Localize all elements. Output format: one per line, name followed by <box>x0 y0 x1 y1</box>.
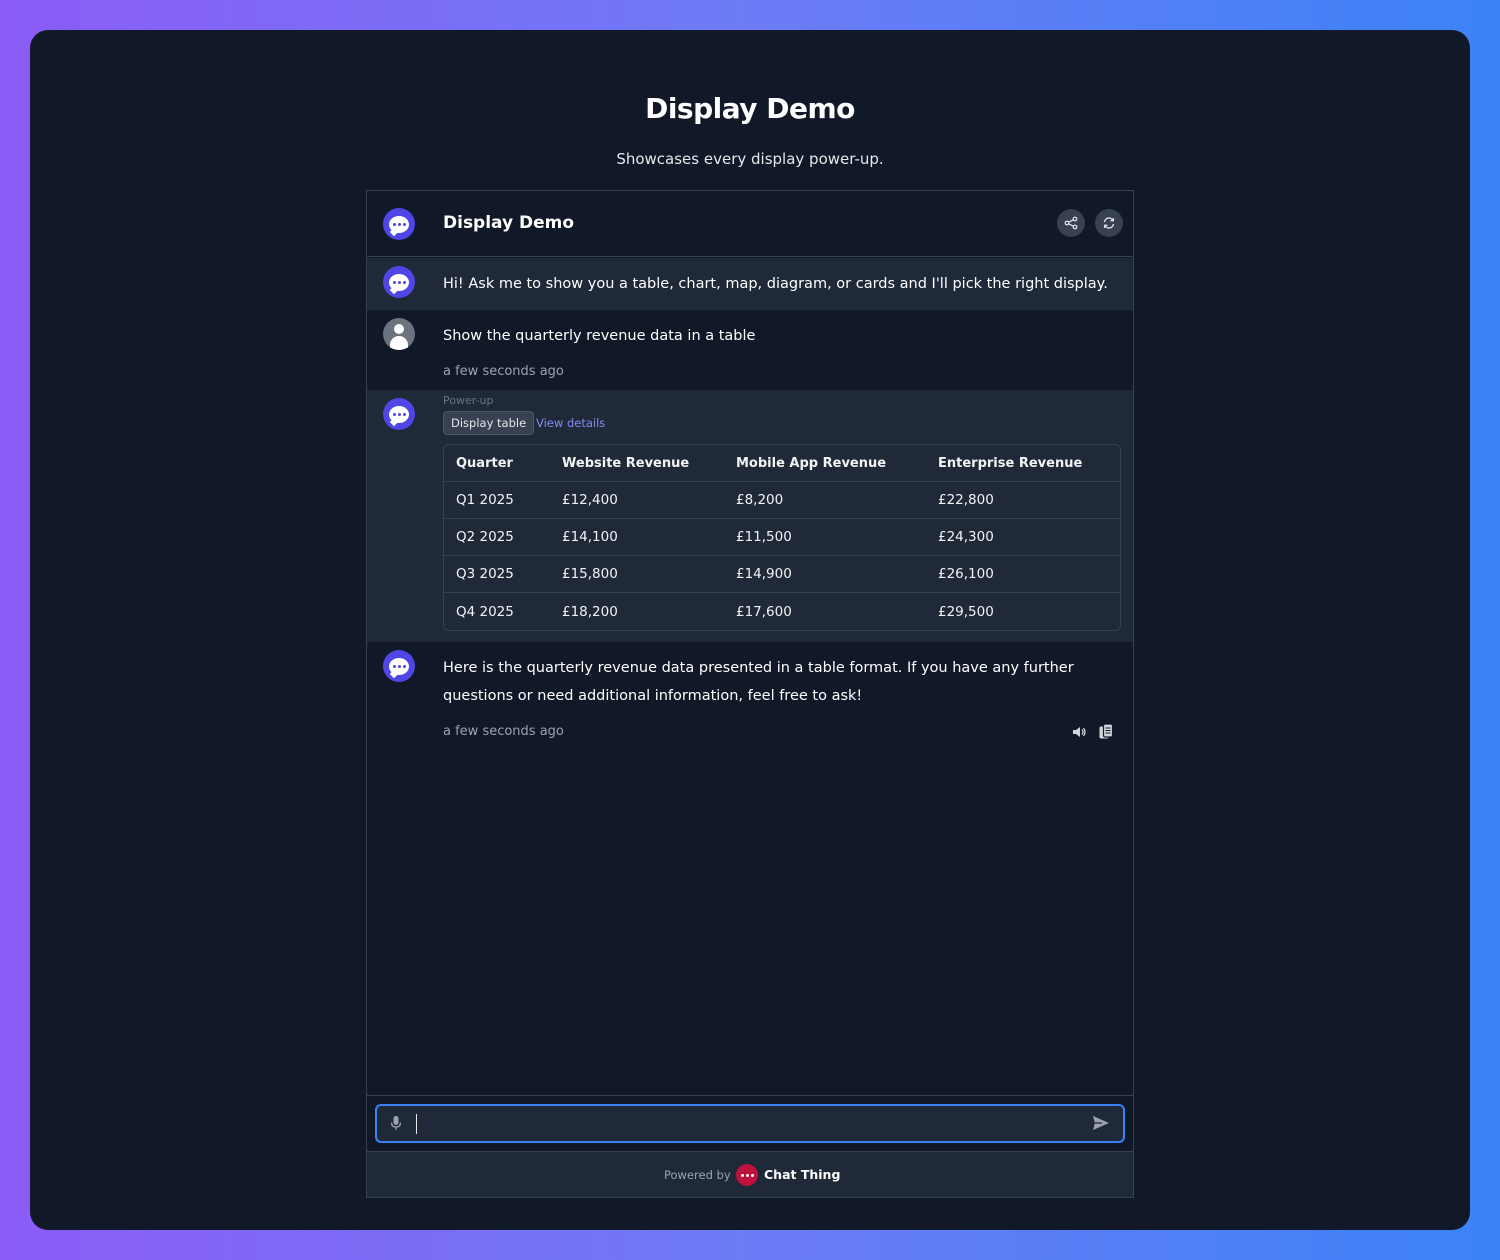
message-text: Here is the quarterly revenue data prese… <box>443 660 1074 704</box>
refresh-icon <box>1103 217 1115 229</box>
table-cell: £12,400 <box>550 482 724 519</box>
table-cell: £26,100 <box>926 556 1120 593</box>
table-row: Q2 2025 £14,100 £11,500 £24,300 <box>444 519 1120 556</box>
table-cell: £8,200 <box>724 482 926 519</box>
table-cell: £11,500 <box>724 519 926 556</box>
speak-button[interactable] <box>1071 724 1089 742</box>
powered-by-label: Powered by <box>664 1168 731 1182</box>
column-header: Mobile App Revenue <box>724 445 926 482</box>
table-cell: £22,800 <box>926 482 1120 519</box>
bot-message: Hi! Ask me to show you a table, chart, m… <box>367 258 1133 310</box>
message-timestamp: a few seconds ago <box>443 364 564 379</box>
page-subtitle: Showcases every display power-up. <box>616 150 884 168</box>
table-row: Q1 2025 £12,400 £8,200 £22,800 <box>444 482 1120 519</box>
bot-avatar <box>383 266 415 298</box>
message-input-box[interactable] <box>375 1104 1125 1143</box>
chat-header: Display Demo <box>367 191 1133 257</box>
table-cell: £18,200 <box>562 603 618 620</box>
input-area <box>367 1095 1133 1151</box>
table-cell: £14,100 <box>550 519 724 556</box>
share-icon <box>1064 216 1078 230</box>
microphone-button[interactable] <box>389 1115 403 1135</box>
speaker-icon <box>1073 727 1086 737</box>
message-text: Show the quarterly revenue data in a tab… <box>443 328 756 344</box>
chat-widget: Display Demo Hi! Ask me to show you a ta… <box>366 190 1134 1198</box>
table-row: Q3 2025 £15,800 £14,900 £26,100 <box>444 556 1120 593</box>
bot-powerup-message: Power-up Display table View details Quar… <box>367 390 1133 642</box>
column-header: Enterprise Revenue <box>926 445 1120 482</box>
chat-title: Display Demo <box>443 213 575 233</box>
page-title: Display Demo <box>645 92 855 125</box>
send-button[interactable] <box>1092 1115 1110 1135</box>
user-avatar <box>383 318 415 350</box>
chat-bot-icon <box>383 208 415 240</box>
refresh-button[interactable] <box>1095 209 1123 237</box>
text-caret <box>416 1114 417 1134</box>
microphone-icon <box>390 1116 402 1130</box>
table-cell: £15,800 <box>550 556 724 593</box>
send-icon <box>1093 1116 1109 1130</box>
revenue-table: Quarter Website Revenue Mobile App Reven… <box>443 444 1121 631</box>
table-cell: £29,500 <box>938 603 994 620</box>
table-cell: Q1 2025 <box>444 482 550 519</box>
powerup-chip: Display table <box>443 411 535 435</box>
bot-avatar <box>383 650 415 682</box>
table-cell: £17,600 <box>736 603 792 620</box>
copy-button[interactable] <box>1098 723 1116 741</box>
bot-avatar <box>383 398 415 430</box>
column-header: Website Revenue <box>550 445 724 482</box>
column-header: Quarter <box>444 445 550 482</box>
message-input[interactable] <box>415 1112 1075 1136</box>
powerup-label: Power-up <box>443 394 494 407</box>
bot-message: Here is the quarterly revenue data prese… <box>367 642 1133 762</box>
app-frame: Display Demo Showcases every display pow… <box>30 30 1470 1230</box>
table-cell: Q4 2025 <box>456 603 514 620</box>
table-header-row: Quarter Website Revenue Mobile App Reven… <box>444 445 1120 482</box>
user-message: Show the quarterly revenue data in a tab… <box>367 310 1133 390</box>
table-cell: Q3 2025 <box>444 556 550 593</box>
table-cell: £14,900 <box>724 556 926 593</box>
message-text: Hi! Ask me to show you a table, chart, m… <box>443 276 1108 292</box>
copy-icon <box>1099 723 1114 739</box>
chat-footer: Powered by Chat Thing <box>367 1151 1133 1197</box>
table-cell: Q2 2025 <box>444 519 550 556</box>
brand-name[interactable]: Chat Thing <box>764 1167 840 1182</box>
view-details-link[interactable]: View details <box>536 416 605 430</box>
table-row: Q4 2025 £18,200 £17,600 £29,500 <box>444 593 1120 630</box>
message-timestamp: a few seconds ago <box>443 724 564 739</box>
table-cell: £24,300 <box>926 519 1120 556</box>
chat-thing-logo-icon[interactable] <box>736 1164 758 1186</box>
share-button[interactable] <box>1057 209 1085 237</box>
